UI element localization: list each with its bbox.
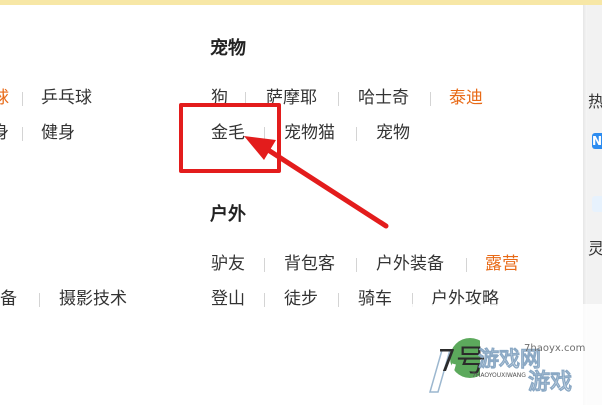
tag-outdoor-gear[interactable]: 户外装备 [376, 253, 444, 275]
tag-teddy[interactable]: 泰迪 [449, 87, 483, 109]
tag-climbing[interactable]: 登山 [211, 288, 245, 310]
tag-hiking[interactable]: 徒步 [284, 288, 318, 310]
watermark-game: 游戏 [528, 370, 573, 396]
tag-separator [338, 92, 339, 106]
watermark-sub: 7HAOYOUXIWANG [472, 372, 526, 379]
background-text-fragment: 灵 [588, 239, 602, 258]
tag-separator [356, 258, 357, 272]
background-badge-light [592, 196, 602, 212]
tag-separator [22, 127, 23, 141]
tag-separator [22, 92, 23, 106]
tag-separator [466, 258, 467, 272]
section-title-pets: 宠物 [210, 38, 246, 59]
tag-left-truncated[interactable]: 装备 [0, 288, 17, 310]
tag-left-truncated[interactable]: 身 [0, 122, 9, 144]
background-text-fragment: 热 [588, 92, 602, 111]
tag-fitness[interactable]: 健身 [41, 122, 75, 144]
tag-pet-cat[interactable]: 宠物猫 [284, 122, 335, 144]
tag-left-truncated[interactable]: 球 [0, 87, 9, 109]
tag-separator [356, 127, 357, 141]
tag-separator [338, 293, 339, 307]
tag-cycling[interactable]: 骑车 [358, 288, 392, 310]
tag-photo-tech[interactable]: 摄影技术 [59, 288, 127, 310]
tag-pet[interactable]: 宠物 [376, 122, 410, 144]
tag-backpacker[interactable]: 背包客 [284, 253, 335, 275]
tag-separator [264, 293, 265, 307]
watermark-url: 7haoyx.com [524, 343, 586, 354]
background-badge[interactable]: N [592, 133, 602, 149]
tag-camping[interactable]: 露营 [485, 253, 519, 275]
highlight-box [179, 103, 281, 173]
tag-pingpong[interactable]: 乒乓球 [41, 87, 92, 109]
tag-backpacker-friend[interactable]: 驴友 [211, 253, 245, 275]
tag-separator [39, 293, 40, 307]
tag-husky[interactable]: 哈士奇 [358, 87, 409, 109]
tag-separator [430, 92, 431, 106]
section-title-outdoor: 户外 [210, 204, 246, 225]
tag-separator [264, 258, 265, 272]
